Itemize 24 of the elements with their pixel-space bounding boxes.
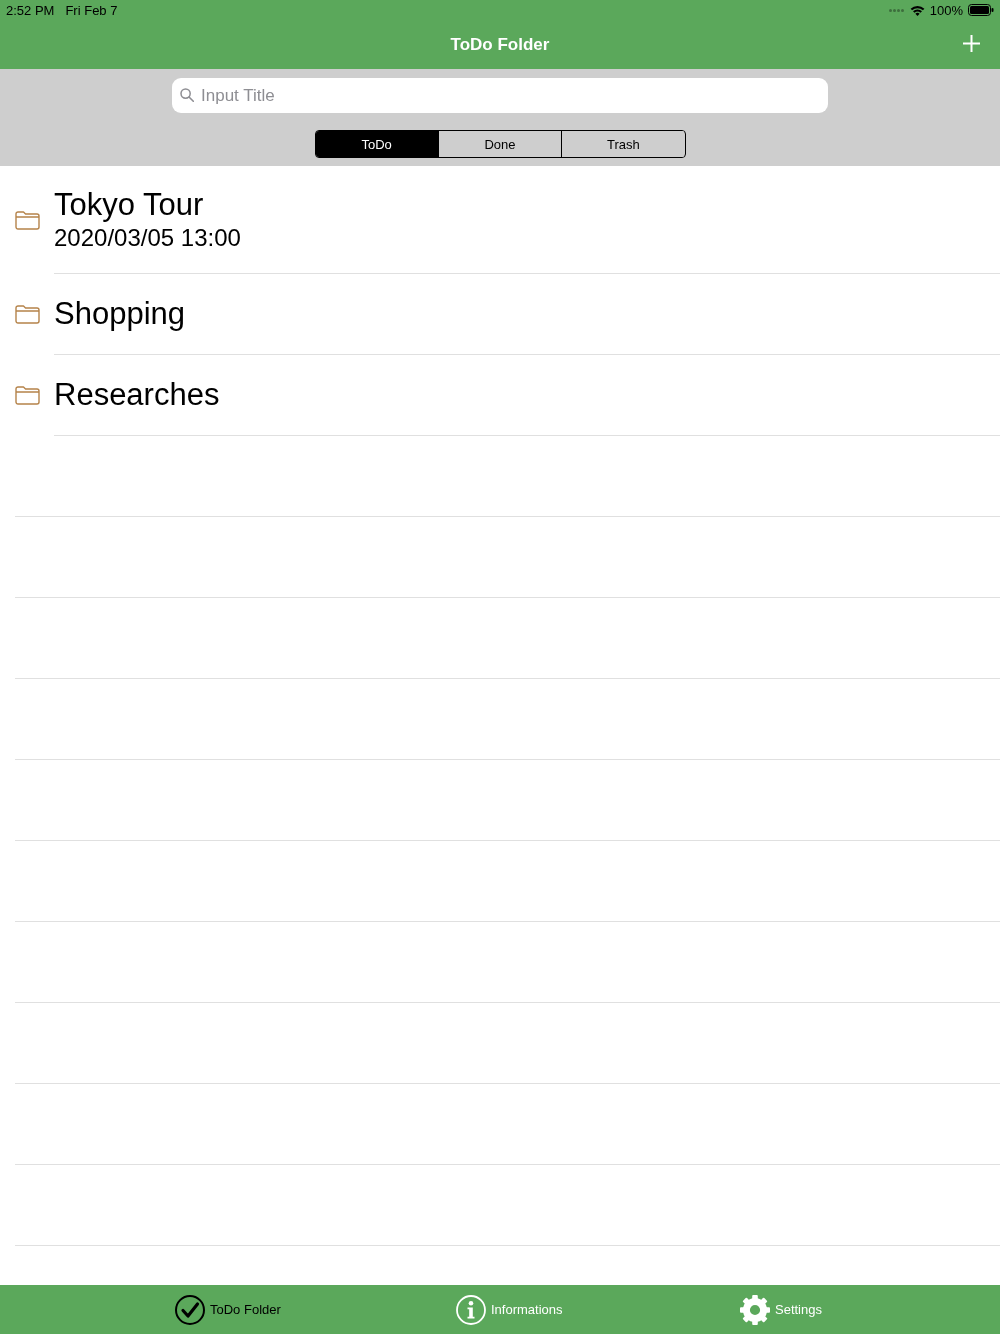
cellular-signal-icon [888, 8, 904, 12]
info-icon [456, 1294, 486, 1325]
folder-icon [15, 386, 40, 405]
check-circle-icon [175, 1294, 205, 1325]
tab-bar-item[interactable]: ToDo Folder [175, 1294, 281, 1325]
gear-icon [740, 1294, 770, 1325]
folder-icon [15, 210, 40, 230]
battery-icon [968, 4, 994, 16]
battery-percentage: 100% [929, 2, 963, 18]
segment-tab[interactable]: ToDo [315, 131, 438, 157]
folder-title[interactable]: Tokyo Tour [54, 187, 204, 223]
folder-title[interactable]: Shopping [54, 296, 185, 332]
search-field[interactable]: Input Title [172, 78, 828, 113]
search-icon [180, 88, 194, 102]
folder-title[interactable]: Researches [54, 377, 220, 413]
folder-icon [15, 305, 40, 324]
folder-date: 2020/03/05 13:00 [54, 223, 241, 252]
wifi-icon [909, 4, 925, 16]
add-button[interactable] [963, 34, 980, 52]
status-time: 2:52 PM [6, 2, 55, 18]
status-date: Fri Feb 7 [65, 2, 118, 18]
plus-icon [963, 34, 980, 52]
nav-title: ToDo Folder [450, 34, 550, 55]
segment-tab[interactable]: Trash [561, 131, 685, 157]
